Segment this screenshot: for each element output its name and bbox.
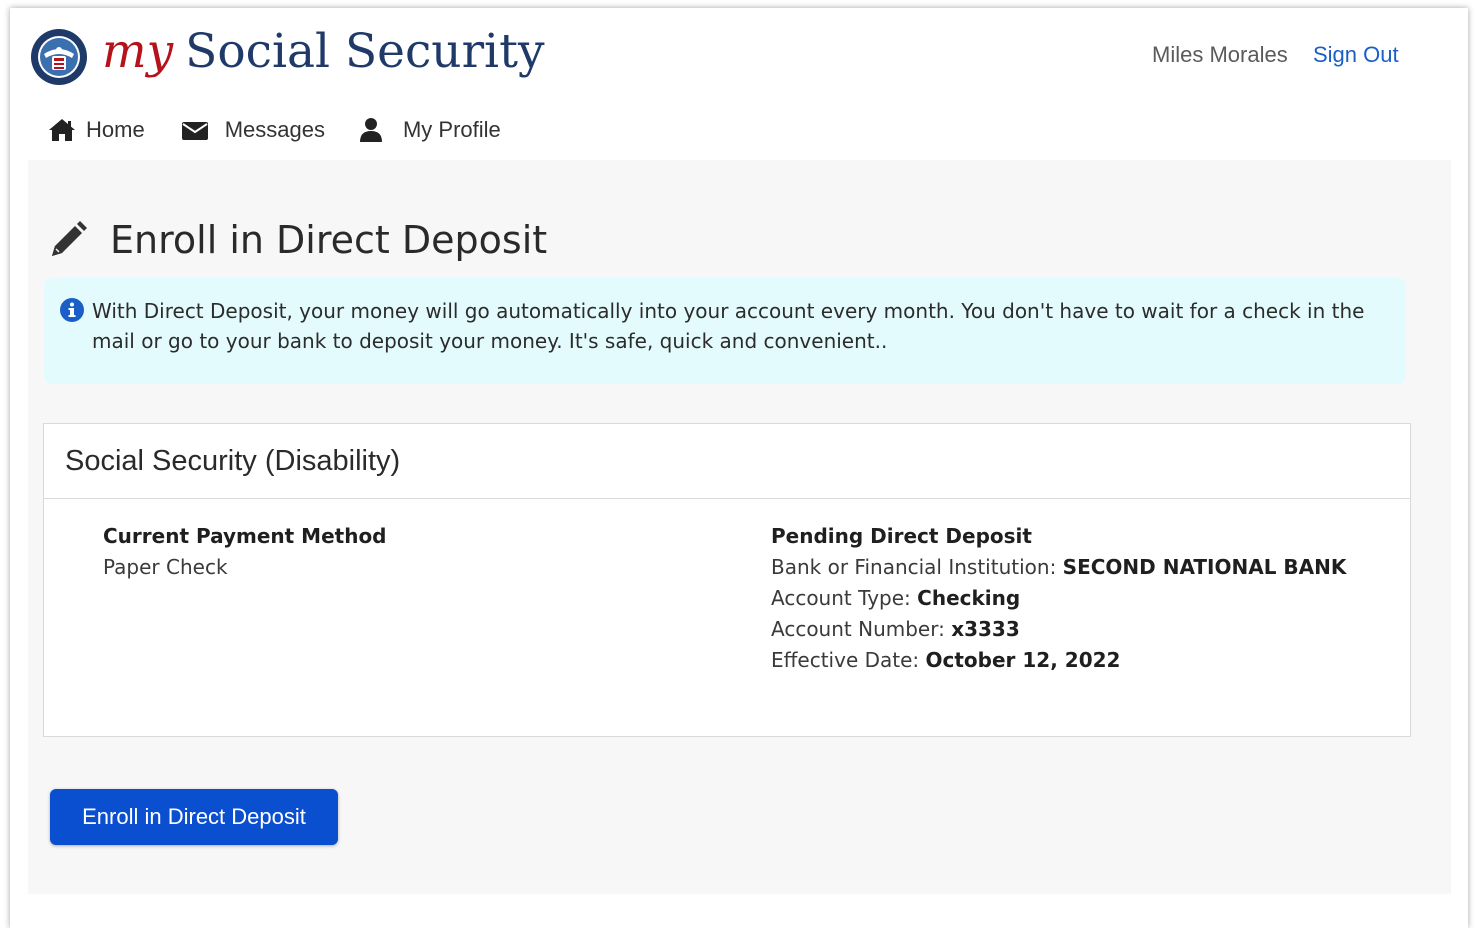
nav-messages-label: Messages	[224, 117, 325, 142]
sign-out-link[interactable]: Sign Out	[1313, 42, 1399, 68]
ssa-seal-logo	[31, 29, 87, 85]
effective-date-row: Effective Date: October 12, 2022	[771, 645, 1346, 676]
nav-my-profile-label: My Profile	[402, 117, 501, 142]
effective-date-label: Effective Date:	[771, 648, 920, 672]
account-number-value: x3333	[951, 617, 1020, 641]
card-header: Social Security (Disability)	[44, 424, 1410, 499]
nav-messages[interactable]: Messages	[179, 117, 325, 143]
benefit-card: Social Security (Disability) Current Pay…	[43, 423, 1411, 737]
pencil-icon	[52, 221, 87, 256]
account-type-label: Account Type:	[771, 586, 911, 610]
page-title: Enroll in Direct Deposit	[110, 218, 548, 262]
nav-home-label: Home	[86, 117, 145, 142]
bank-label: Bank or Financial Institution:	[771, 555, 1057, 579]
nav-home[interactable]: Home	[48, 117, 145, 143]
main-content: Enroll in Direct Deposit With Direct Dep…	[28, 160, 1451, 894]
pending-deposit-heading: Pending Direct Deposit	[771, 524, 1032, 548]
current-payment-section: Current Payment Method Paper Check	[103, 521, 387, 583]
pending-deposit-section: Pending Direct Deposit Bank or Financial…	[771, 521, 1346, 676]
account-number-label: Account Number:	[771, 617, 945, 641]
account-type-value: Checking	[917, 586, 1021, 610]
nav-my-profile[interactable]: My Profile	[359, 117, 501, 143]
user-icon	[359, 118, 382, 142]
brand-title: my Social Security	[102, 22, 545, 82]
current-payment-value: Paper Check	[103, 555, 228, 579]
user-name: Miles Morales	[1152, 42, 1288, 67]
effective-date-value: October 12, 2022	[925, 648, 1121, 672]
info-alert: With Direct Deposit, your money will go …	[44, 278, 1406, 384]
bank-row: Bank or Financial Institution: SECOND NA…	[771, 552, 1346, 583]
bank-value: SECOND NATIONAL BANK	[1062, 555, 1347, 579]
enroll-direct-deposit-button[interactable]: Enroll in Direct Deposit	[50, 789, 338, 845]
main-nav: Home Messages My Profile	[48, 114, 535, 146]
current-payment-heading: Current Payment Method	[103, 524, 387, 548]
card-title: Social Security (Disability)	[65, 445, 401, 477]
info-text: With Direct Deposit, your money will go …	[92, 299, 1365, 353]
home-icon	[49, 119, 75, 141]
brand-my: my	[102, 24, 174, 79]
brand-name: Social Security	[185, 24, 545, 79]
envelope-icon	[181, 122, 208, 140]
page-title-row: Enroll in Direct Deposit	[48, 216, 547, 264]
account-number-row: Account Number: x3333	[771, 614, 1346, 645]
info-icon	[60, 298, 84, 322]
account-type-row: Account Type: Checking	[771, 583, 1346, 614]
